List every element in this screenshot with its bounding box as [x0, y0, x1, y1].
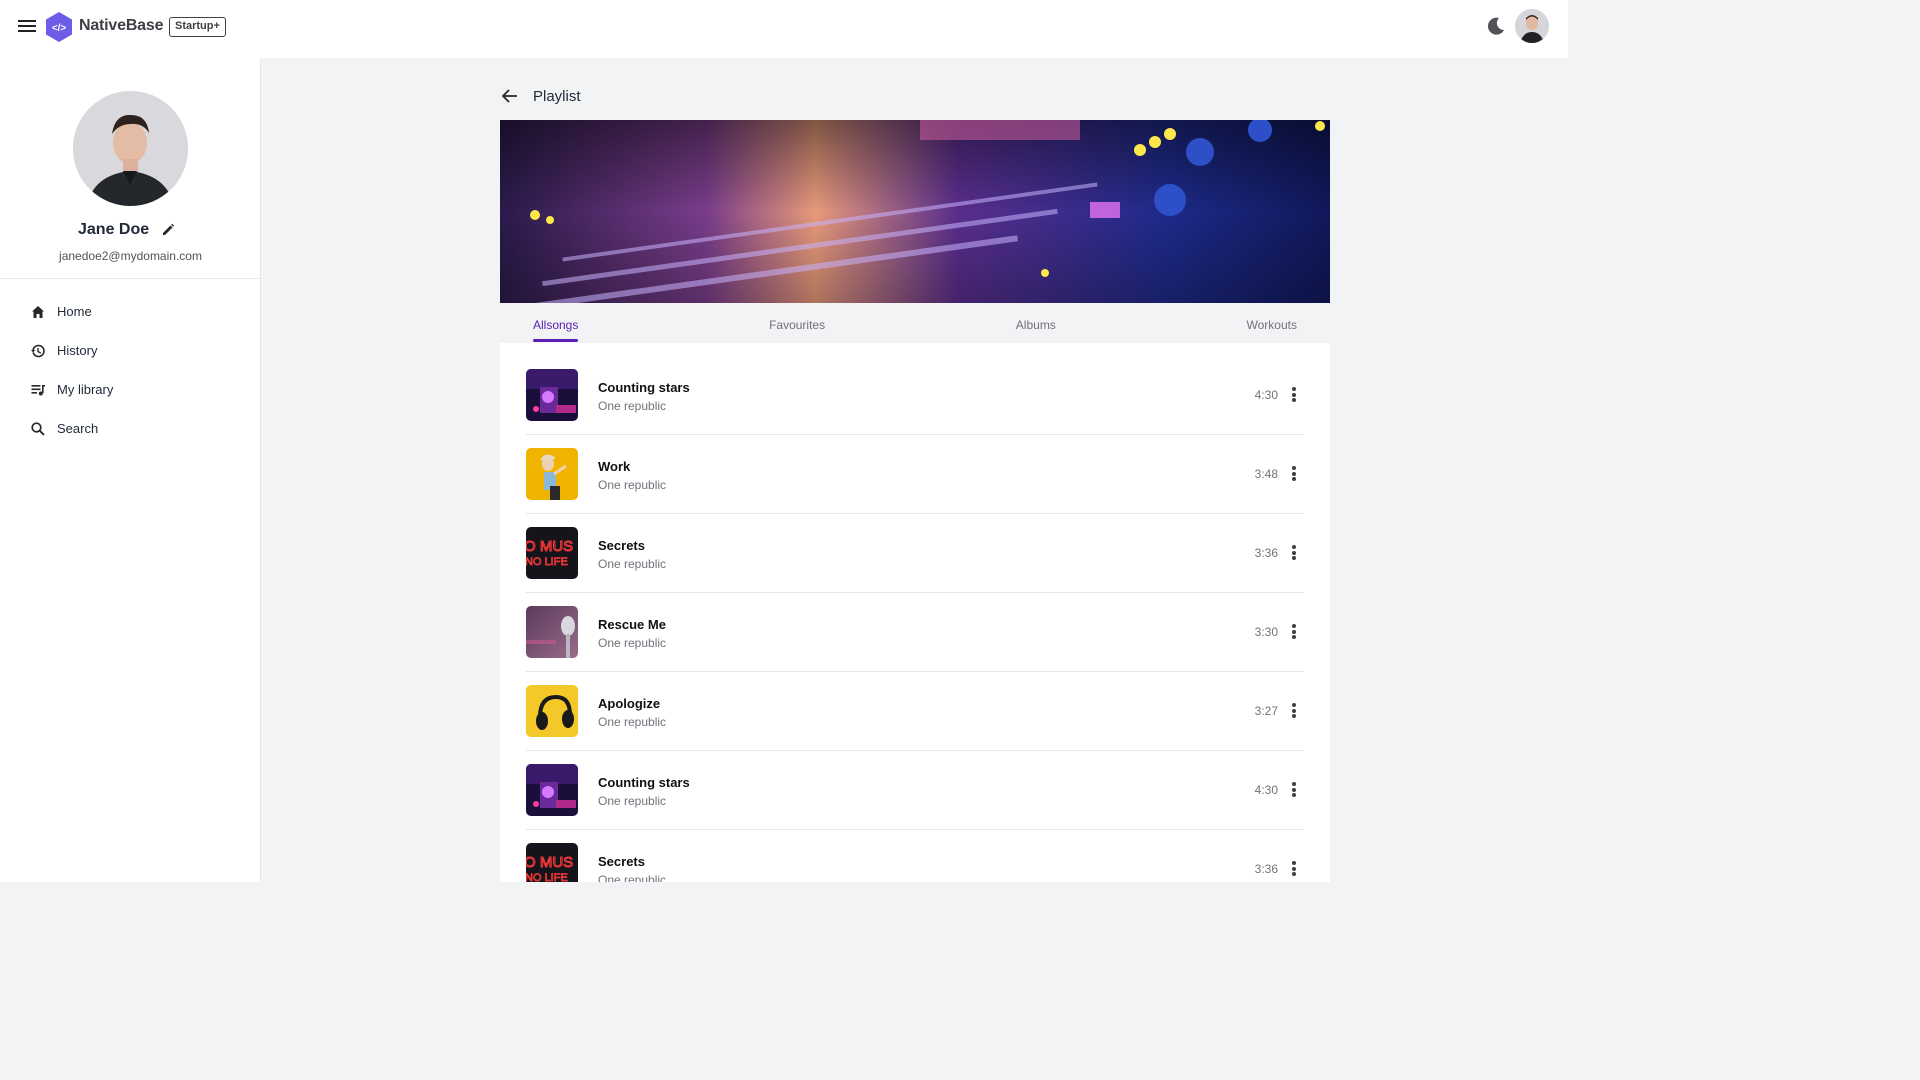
svg-text:</>: </>	[52, 23, 67, 34]
song-row[interactable]: Work One republic 3:48	[526, 435, 1304, 514]
profile-avatar	[73, 91, 188, 206]
song-title: Apologize	[598, 696, 661, 711]
more-options-icon[interactable]	[1290, 624, 1298, 640]
more-options-icon[interactable]	[1290, 466, 1298, 482]
song-duration: 4:30	[1254, 388, 1278, 402]
yellow-dancer-thumbnail	[526, 448, 578, 500]
sidebar-item-label: My library	[57, 382, 114, 397]
song-title: Secrets	[598, 538, 645, 553]
song-artist: One republic	[598, 557, 667, 571]
sidebar-item-label: Search	[57, 421, 99, 436]
page-title: Playlist	[533, 87, 581, 105]
song-row[interactable]: Rescue Me One republic 3:30	[526, 593, 1304, 672]
edit-icon[interactable]	[160, 222, 176, 238]
plan-badge: Startup+	[169, 17, 226, 37]
sidebar-item-my-library[interactable]: My library	[0, 370, 261, 409]
sidebar-item-search[interactable]: Search	[0, 409, 261, 448]
profile-name: Jane Doe	[78, 221, 150, 238]
neon-sign-thumbnail: O MUS NO LIFE	[526, 527, 578, 579]
home-icon	[32, 305, 44, 318]
sidebar-item-label: History	[57, 343, 98, 358]
song-artist: One republic	[598, 399, 667, 413]
song-list: Counting stars One republic 4:30 Work On…	[500, 343, 1330, 882]
more-options-icon[interactable]	[1290, 703, 1298, 719]
moon-icon[interactable]	[1485, 15, 1507, 37]
playlist-tabs: Allsongs Favourites Albums Workouts	[500, 303, 1330, 343]
playlist-banner-image	[500, 120, 1330, 303]
song-artist: One republic	[598, 478, 667, 492]
song-row[interactable]: Counting stars One republic 4:30	[526, 356, 1304, 435]
song-duration: 3:27	[1254, 704, 1278, 718]
song-row[interactable]: Counting stars One republic 4:30	[526, 751, 1304, 830]
song-artist: One republic	[598, 873, 667, 882]
svg-text:O MUS: O MUS	[526, 854, 573, 871]
song-duration: 3:48	[1254, 467, 1278, 481]
library-icon	[31, 384, 45, 395]
history-icon	[31, 344, 45, 357]
song-duration: 3:36	[1254, 862, 1278, 876]
song-title: Rescue Me	[598, 617, 666, 632]
neon-sign-thumbnail: O MUS NO LIFE	[526, 843, 578, 882]
song-duration: 4:30	[1254, 783, 1278, 797]
more-options-icon[interactable]	[1290, 861, 1298, 877]
back-arrow-icon[interactable]	[500, 86, 520, 106]
svg-text:O MUS: O MUS	[526, 538, 573, 555]
brand-name: NativeBase	[79, 17, 164, 34]
song-title: Work	[598, 459, 631, 474]
song-duration: 3:30	[1254, 625, 1278, 639]
tab-favourites[interactable]: Favourites	[769, 303, 825, 343]
sidebar: Jane Doe janedoe2@mydomain.com Home Hist…	[0, 58, 261, 882]
more-options-icon[interactable]	[1290, 782, 1298, 798]
song-row[interactable]: O MUS NO LIFE Secrets One republic 3:36	[526, 830, 1304, 882]
tab-workouts[interactable]: Workouts	[1247, 303, 1297, 343]
sidebar-item-label: Home	[57, 304, 92, 319]
song-artist: One republic	[598, 636, 667, 650]
profile-email: janedoe2@mydomain.com	[59, 249, 202, 263]
more-options-icon[interactable]	[1290, 387, 1298, 403]
sidebar-item-home[interactable]: Home	[0, 292, 261, 331]
song-title: Counting stars	[598, 380, 690, 395]
song-artist: One republic	[598, 794, 667, 808]
dj-purple-thumbnail	[526, 369, 578, 421]
tab-albums[interactable]: Albums	[1016, 303, 1056, 343]
song-artist: One republic	[598, 715, 667, 729]
tab-allsongs[interactable]: Allsongs	[533, 303, 579, 343]
more-options-icon[interactable]	[1290, 545, 1298, 561]
song-title: Counting stars	[598, 775, 690, 790]
menu-icon[interactable]	[18, 18, 36, 34]
page-header: Playlist	[500, 84, 581, 108]
song-row[interactable]: Apologize One republic 3:27	[526, 672, 1304, 751]
dj-purple-thumbnail	[526, 764, 578, 816]
song-duration: 3:36	[1254, 546, 1278, 560]
svg-text:NO LIFE: NO LIFE	[526, 872, 568, 882]
song-row[interactable]: O MUS NO LIFE Secrets One republic 3:36	[526, 514, 1304, 593]
sidebar-nav: Home History My library Search	[0, 292, 261, 448]
top-bar: </> NativeBase Startup+	[0, 0, 1568, 58]
headphones-thumbnail	[526, 685, 578, 737]
sidebar-item-history[interactable]: History	[0, 331, 261, 370]
svg-text:NO LIFE: NO LIFE	[526, 556, 568, 568]
search-icon	[31, 421, 45, 436]
microphone-thumbnail	[526, 606, 578, 658]
nativebase-logo-icon: </>	[46, 12, 72, 42]
song-title: Secrets	[598, 854, 645, 869]
divider	[0, 278, 261, 279]
user-avatar[interactable]	[1515, 9, 1549, 43]
